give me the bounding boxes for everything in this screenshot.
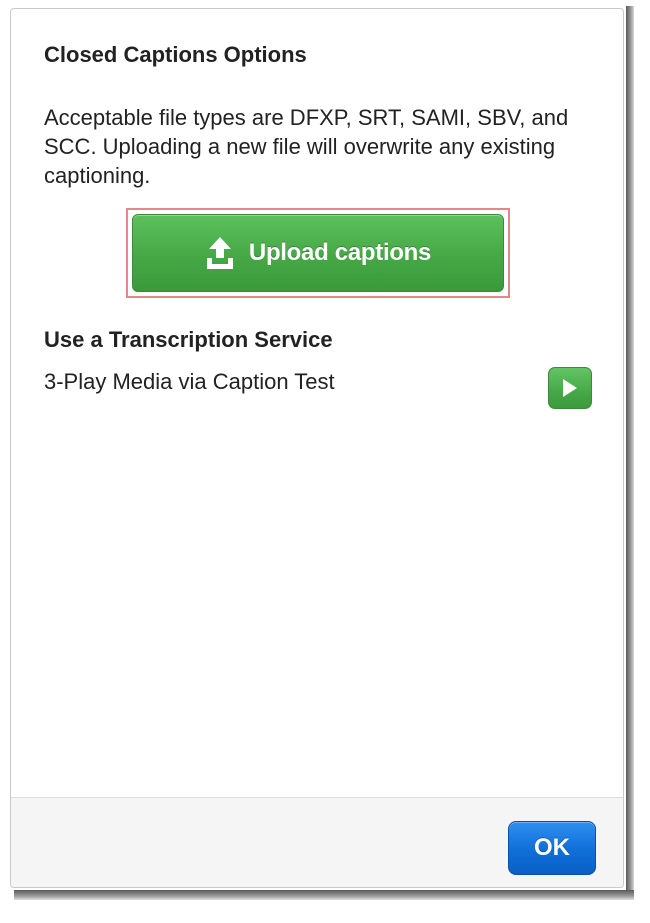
play-icon	[563, 379, 577, 397]
upload-captions-label: Upload captions	[248, 239, 432, 266]
transcription-service-row: 3-Play Media via Caption Test	[44, 367, 594, 411]
dialog-title: Closed Captions Options	[44, 42, 307, 67]
ok-button[interactable]: OK	[508, 821, 596, 875]
start-service-button[interactable]	[548, 367, 592, 409]
upload-captions-button[interactable]: Upload captions	[132, 214, 504, 292]
window-shadow-right	[626, 6, 634, 898]
closed-captions-dialog: Closed Captions Options Acceptable file …	[10, 8, 624, 888]
service-name: 3-Play Media via Caption Test	[44, 369, 335, 394]
window-shadow-bottom	[14, 890, 634, 900]
dialog-footer: OK	[11, 797, 623, 887]
file-types-description: Acceptable file types are DFXP, SRT, SAM…	[44, 105, 569, 188]
transcription-section-title: Use a Transcription Service	[44, 327, 333, 352]
screenshot-stage: Closed Captions Options Acceptable file …	[0, 0, 650, 923]
upload-icon	[206, 237, 233, 269]
